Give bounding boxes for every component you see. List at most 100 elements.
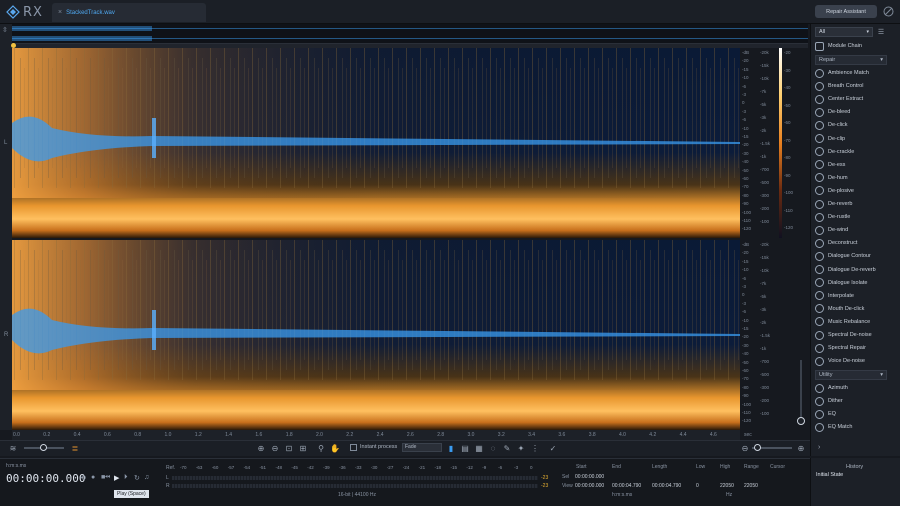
time-selection-icon[interactable]: ▮ (446, 443, 456, 453)
module-item-dialogue-isolate[interactable]: Dialogue Isolate (815, 277, 867, 289)
timeline-tick-label: 3.4 (528, 432, 536, 438)
file-tab[interactable]: × StackedTrack.wav (52, 3, 206, 22)
module-item-center-extract[interactable]: Center Extract (815, 93, 863, 105)
module-item-de-crackle[interactable]: De-crackle (815, 146, 854, 158)
module-item-voice-de-noise[interactable]: Voice De-noise (815, 355, 865, 367)
chevron-down-icon: ▾ (880, 372, 883, 378)
module-item-eq[interactable]: EQ (815, 408, 836, 420)
view-length-value[interactable]: 00:00:04.790 (652, 483, 681, 489)
module-item-eq-match[interactable]: EQ Match (815, 421, 852, 433)
module-item-azimuth[interactable]: Azimuth (815, 382, 848, 394)
module-item-deconstruct[interactable]: Deconstruct (815, 237, 857, 249)
play-button[interactable]: ▶ (114, 474, 119, 482)
module-item-interpolate[interactable]: Interpolate (815, 290, 854, 302)
zoom-out-icon[interactable]: ⊖ (270, 443, 280, 453)
rewind-icon[interactable]: ⏮ (104, 474, 110, 482)
module-item-de-reverb[interactable]: De-reverb (815, 198, 852, 210)
blend-slider-knob[interactable] (40, 444, 47, 451)
module-item-music-rebalance[interactable]: Music Rebalance (815, 316, 870, 328)
module-item-de-bleed[interactable]: De-bleed (815, 106, 850, 118)
loop-icon[interactable]: ⟲ (80, 474, 86, 482)
db-tick-label: -90 (742, 393, 749, 399)
module-item-dither[interactable]: Dither (815, 395, 843, 407)
horizontal-zoom-knob[interactable] (754, 444, 761, 451)
high-value[interactable]: 22050 (720, 483, 734, 489)
zoom-vertical-icon[interactable]: ⇳ (2, 26, 8, 34)
spectrogram-view-icon[interactable]: ≣ (70, 443, 80, 453)
de-plosive-icon (815, 186, 824, 196)
level-meter-right (172, 484, 538, 488)
list-view-icon[interactable]: ☰ (876, 27, 886, 37)
harmonic-selection-icon[interactable]: ⋮ (530, 443, 540, 453)
cursor-header: Cursor (770, 464, 786, 470)
repair-section-header[interactable]: Repair ▾ (815, 55, 887, 65)
module-filter-select[interactable]: All ▾ (815, 27, 873, 37)
timeline-tick-label: 0.8 (134, 432, 142, 438)
zoom-fit-icon[interactable]: ⊞ (298, 443, 308, 453)
gain-tool-icon[interactable]: ✓ (548, 443, 558, 453)
waveform-view-icon[interactable]: ≋ (8, 443, 18, 453)
module-item-de-hum[interactable]: De-hum (815, 172, 848, 184)
zoom-selection-icon[interactable]: ⊡ (284, 443, 294, 453)
db-tick-label: -3 (742, 284, 747, 289)
module-item-spectral-repair[interactable]: Spectral Repair (815, 342, 866, 354)
hz-tick-label: -200 (760, 206, 770, 211)
colorbar-tick-label: -50 (784, 102, 791, 108)
magnify-icon[interactable]: ⚲ (316, 443, 326, 453)
lasso-selection-icon[interactable]: ◌ (488, 443, 498, 453)
frequency-selection-icon[interactable]: ▤ (460, 443, 470, 453)
utility-section-header[interactable]: Utility ▾ (815, 370, 887, 380)
hz-tick-label: -500 (760, 180, 770, 185)
range-value[interactable]: 22050 (744, 483, 758, 489)
loop-playback-icon[interactable]: ↻ (134, 474, 140, 482)
history-item[interactable]: Initial State (816, 472, 843, 478)
spectrogram-gain-slider[interactable] (800, 360, 802, 420)
view-end-value[interactable]: 00:00:04.790 (612, 483, 641, 489)
module-item-de-clip[interactable]: De-clip (815, 133, 845, 145)
voice-de-noise-icon (815, 356, 824, 366)
zoom-horizontal-in-icon[interactable]: ⊕ (796, 443, 806, 453)
module-item-de-click[interactable]: De-click (815, 119, 848, 131)
sel-start-value[interactable]: 00:00:00.000 (575, 474, 604, 480)
db-tick-label: -dB (742, 50, 750, 55)
low-value[interactable]: 0 (696, 483, 699, 489)
monitor-icon[interactable]: ♫ (144, 474, 149, 481)
process-mode-select[interactable]: Fade (402, 443, 442, 452)
module-item-de-rustle[interactable]: De-rustle (815, 211, 850, 223)
module-label: Breath Control (828, 83, 864, 90)
gain-slider-knob[interactable] (797, 417, 805, 425)
module-item-dialogue-contour[interactable]: Dialogue Contour (815, 250, 871, 262)
module-item-spectral-de-noise[interactable]: Spectral De-noise (815, 329, 872, 341)
play-selection-icon[interactable]: ⏵ (124, 474, 128, 482)
length-header: Length (652, 464, 668, 470)
repair-assistant-button[interactable]: Repair Assistant (815, 5, 877, 18)
module-item-de-plosive[interactable]: De-plosive (815, 185, 854, 197)
module-label: EQ Match (828, 424, 853, 431)
module-item-de-ess[interactable]: De-ess (815, 159, 845, 171)
time-format-select[interactable]: h:m:s.ms (6, 463, 26, 469)
module-chain-item[interactable]: Module Chain (815, 40, 862, 52)
record-icon[interactable]: ● (91, 474, 95, 481)
meter-tick-label: -45 (291, 465, 298, 470)
time-freq-selection-icon[interactable]: ▦ (474, 443, 484, 453)
zoom-in-icon[interactable]: ⊕ (256, 443, 266, 453)
instant-process-checkbox[interactable] (350, 444, 357, 451)
spectral-repair-icon (815, 343, 824, 353)
waveform-overview[interactable] (12, 24, 808, 44)
module-item-dialogue-de-reverb[interactable]: Dialogue De-reverb (815, 264, 876, 276)
spectrogram-display[interactable] (12, 48, 740, 430)
hand-tool-icon[interactable]: ✋ (330, 443, 340, 453)
view-start-value[interactable]: 00:00:00.000 (575, 483, 604, 489)
db-tick-label: -3 (742, 92, 747, 97)
zoom-horizontal-out-icon[interactable]: ⊖ (740, 443, 750, 453)
module-item-ambience-match[interactable]: Ambience Match (815, 67, 869, 79)
db-tick-label: -50 (742, 167, 749, 173)
settings-icon[interactable] (882, 5, 895, 18)
brush-selection-icon[interactable]: ✎ (502, 443, 512, 453)
module-item-mouth-de-click[interactable]: Mouth De-click (815, 303, 864, 315)
module-item-de-wind[interactable]: De-wind (815, 224, 848, 236)
close-tab-icon[interactable]: × (58, 9, 62, 16)
module-item-breath-control[interactable]: Breath Control (815, 80, 863, 92)
magic-wand-icon[interactable]: ✦ (516, 443, 526, 453)
panel-expand-icon[interactable]: › (818, 444, 820, 451)
